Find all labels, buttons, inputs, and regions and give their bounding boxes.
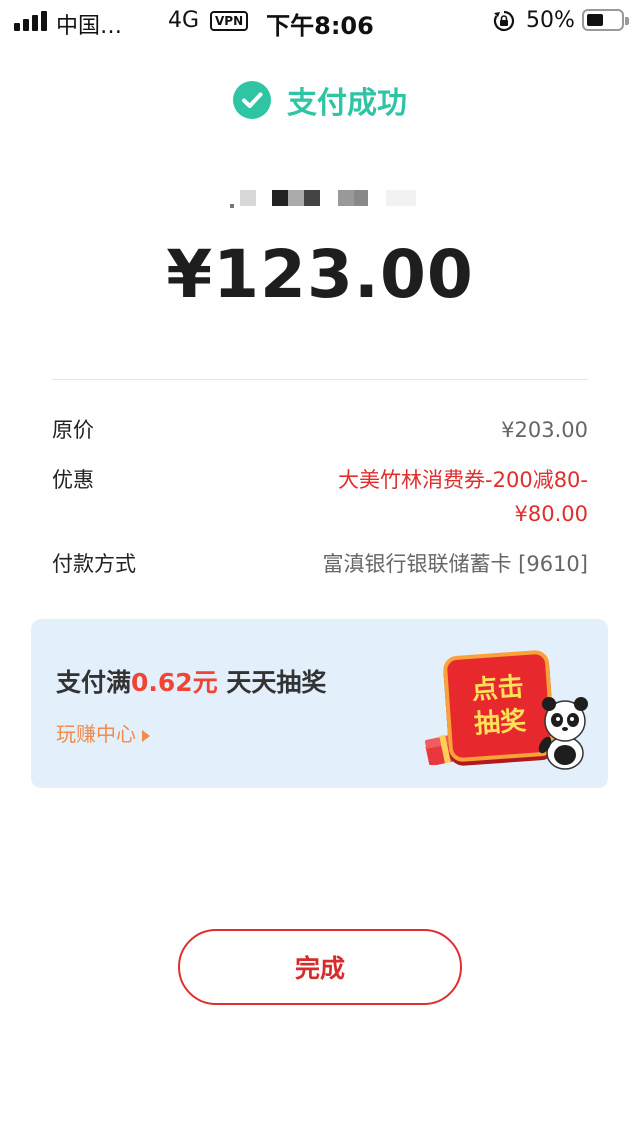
discount-amount: ¥80.00	[514, 502, 588, 526]
original-price-value: ¥203.00	[501, 418, 588, 442]
discount-row: 优惠 大美竹林消费券-200减80- ¥80.00	[52, 464, 588, 534]
discount-value: 大美竹林消费券-200减80- ¥80.00	[288, 463, 588, 531]
original-price-label: 原价	[52, 418, 94, 442]
rotation-lock-icon	[493, 10, 515, 32]
done-button[interactable]: 完成	[178, 929, 462, 1005]
divider	[52, 379, 588, 380]
payment-method-value: 富滇银行银联储蓄卡 [9610]	[322, 552, 588, 576]
banner-title-amount: 0.62元	[131, 668, 218, 697]
play-earn-center-label: 玩赚中心	[56, 722, 136, 746]
play-arrow-icon	[142, 729, 150, 742]
banner-title-prefix: 支付满	[56, 668, 132, 697]
lottery-button-line1: 点击	[470, 672, 525, 706]
original-price-row: 原价 ¥203.00	[52, 414, 588, 448]
payment-method-label: 付款方式	[52, 552, 136, 576]
check-circle-icon	[233, 81, 271, 119]
battery-icon	[582, 9, 629, 31]
status-bar: 中国… 4G VPN 下午8:06 50%	[0, 0, 640, 42]
merchant-name-blurred	[230, 190, 420, 210]
play-earn-center-link[interactable]: 玩赚中心	[56, 718, 150, 747]
lottery-button-line2: 抽奖	[473, 706, 528, 740]
banner-title: 支付满0.62元 天天抽奖	[56, 663, 326, 699]
payment-amount: ¥123.00	[166, 236, 474, 313]
payment-success-header: 支付成功	[0, 80, 640, 121]
panda-mascot-icon	[538, 697, 588, 770]
discount-label: 优惠	[52, 468, 94, 492]
payment-method-row: 付款方式 富滇银行银联储蓄卡 [9610]	[52, 548, 588, 582]
battery-percent: 50%	[526, 8, 575, 33]
discount-coupon-text: 大美竹林消费券-200减80-	[338, 468, 588, 492]
banner-title-suffix: 天天抽奖	[217, 668, 327, 697]
success-title: 支付成功	[287, 86, 407, 121]
lottery-banner[interactable]: 支付满0.62元 天天抽奖 玩赚中心 点击 抽奖	[31, 619, 608, 788]
